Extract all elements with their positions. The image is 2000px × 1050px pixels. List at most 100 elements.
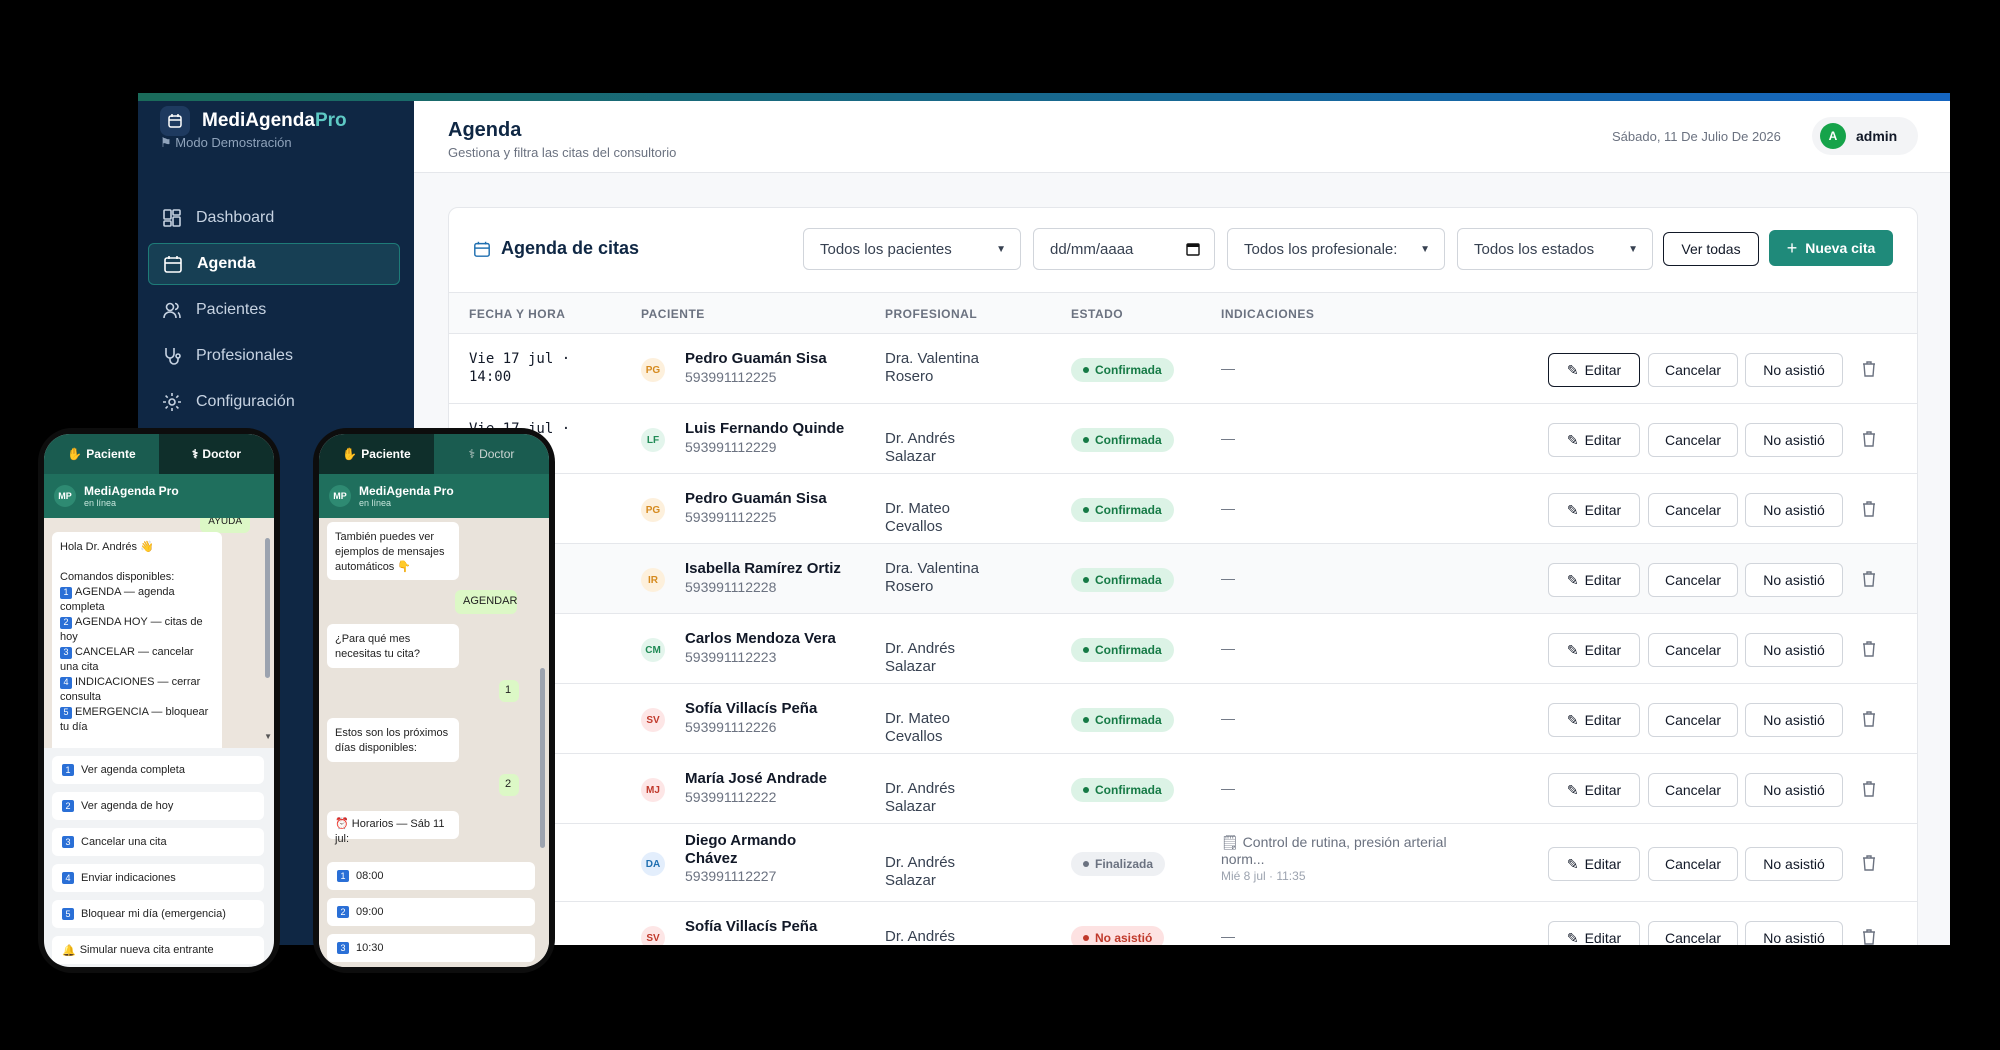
new-appointment-button[interactable]: + Nueva cita bbox=[1769, 230, 1893, 266]
pencil-icon: ✎ bbox=[1566, 929, 1579, 946]
cancel-button[interactable]: Cancelar bbox=[1648, 703, 1738, 737]
table-row: · CM Carlos Mendoza Vera 593991112223 Dr… bbox=[449, 614, 1917, 684]
professional-name: Dr. Andrés Salazar bbox=[885, 430, 956, 465]
trash-icon[interactable] bbox=[1861, 928, 1877, 945]
command-text: EMERGENCIA — bloquear tu día bbox=[60, 706, 209, 733]
time-slot-button[interactable]: 1 08:00 bbox=[327, 862, 535, 890]
cancel-button[interactable]: Cancelar bbox=[1648, 921, 1738, 945]
time-slot-button[interactable]: 2 09:00 bbox=[327, 898, 535, 926]
pencil-icon: ✎ bbox=[1566, 501, 1579, 518]
patient-filter-select[interactable]: Todos los pacientes ▼ bbox=[803, 228, 1021, 270]
quick-reply-button[interactable]: 5 Bloquear mi día (emergencia) bbox=[52, 900, 264, 928]
sidebar-item-profesionales[interactable]: Profesionales bbox=[148, 335, 400, 377]
trash-icon[interactable] bbox=[1861, 780, 1877, 798]
chat-bubble-received: ⏰ Horarios — Sáb 11 jul: bbox=[327, 811, 459, 845]
no-show-button[interactable]: No asistió bbox=[1745, 921, 1843, 945]
trash-icon[interactable] bbox=[1861, 640, 1877, 658]
sidebar-item-agenda[interactable]: Agenda bbox=[148, 243, 400, 285]
pencil-icon: ✎ bbox=[1566, 571, 1579, 588]
sidebar-item-dashboard[interactable]: Dashboard bbox=[148, 197, 400, 239]
quick-reply-button[interactable]: 3 Cancelar una cita bbox=[52, 828, 264, 856]
no-show-button[interactable]: No asistió bbox=[1745, 773, 1843, 807]
no-show-button[interactable]: No asistió bbox=[1745, 563, 1843, 597]
no-show-button[interactable]: No asistió bbox=[1745, 703, 1843, 737]
date-filter-input[interactable]: dd/mm/aaaa bbox=[1033, 228, 1215, 270]
no-show-button[interactable]: No asistió bbox=[1745, 353, 1843, 387]
scrollbar[interactable] bbox=[265, 538, 270, 678]
trash-icon[interactable] bbox=[1861, 710, 1877, 728]
chat-bubble-commands: Hola Dr. Andrés 👋 Comandos disponibles: … bbox=[52, 532, 222, 748]
command-item: 3 CANCELAR — cancelar una cita bbox=[60, 645, 214, 675]
table-row: · SV Sofía Villacís Peña 593991112226 Dr… bbox=[449, 684, 1917, 754]
table-row: · SV Sofía Villacís Peña Dr. Andrés Sala… bbox=[449, 902, 1917, 945]
time-slot-button[interactable]: 3 10:30 bbox=[327, 934, 535, 962]
indications: — bbox=[1221, 360, 1471, 377]
status-filter-value: Todos los estados bbox=[1474, 240, 1595, 258]
trash-icon[interactable] bbox=[1861, 500, 1877, 518]
time-slot-label: 08:00 bbox=[356, 870, 384, 882]
edit-button[interactable]: ✎ Editar bbox=[1548, 423, 1640, 457]
view-all-button[interactable]: Ver todas bbox=[1663, 232, 1759, 266]
cancel-button[interactable]: Cancelar bbox=[1648, 563, 1738, 597]
cancel-button[interactable]: Cancelar bbox=[1648, 773, 1738, 807]
contact-name: MediAgenda Pro bbox=[84, 484, 179, 498]
gear-icon bbox=[163, 393, 181, 411]
cancel-button[interactable]: Cancelar bbox=[1648, 847, 1738, 881]
quick-reply-button[interactable]: 1 Ver agenda completa bbox=[52, 756, 264, 784]
patient-phone: 593991112227 bbox=[685, 868, 777, 884]
date-filter-placeholder: dd/mm/aaaa bbox=[1050, 240, 1134, 258]
scroll-down-icon[interactable]: ▼ bbox=[264, 732, 272, 741]
sidebar-item-pacientes[interactable]: Pacientes bbox=[148, 289, 400, 331]
edit-button[interactable]: ✎ Editar bbox=[1548, 633, 1640, 667]
edit-button[interactable]: ✎ Editar bbox=[1548, 353, 1640, 387]
cancel-button[interactable]: Cancelar bbox=[1648, 423, 1738, 457]
chat-messages[interactable]: También puedes ver ejemplos de mensajes … bbox=[319, 518, 549, 967]
status-filter-select[interactable]: Todos los estados ▼ bbox=[1457, 228, 1653, 270]
calendar-icon bbox=[164, 256, 182, 273]
cancel-button[interactable]: Cancelar bbox=[1648, 493, 1738, 527]
cancel-button[interactable]: Cancelar bbox=[1648, 353, 1738, 387]
patient-initials: DA bbox=[641, 852, 665, 876]
no-show-button[interactable]: No asistió bbox=[1745, 493, 1843, 527]
tab-doctor[interactable]: ⚕ Doctor bbox=[434, 434, 549, 474]
patient-initials: CM bbox=[641, 638, 665, 662]
tab-paciente[interactable]: ✋ Paciente bbox=[44, 434, 159, 474]
no-show-button[interactable]: No asistió bbox=[1745, 633, 1843, 667]
chat-messages[interactable]: AYUDA Hola Dr. Andrés 👋 Comandos disponi… bbox=[44, 518, 274, 748]
command-item: 1 AGENDA — agenda completa bbox=[60, 585, 214, 615]
quick-reply-button[interactable]: 🔔 Simular nueva cita entrante bbox=[52, 936, 264, 964]
quick-reply-button[interactable]: 4 Enviar indicaciones bbox=[52, 864, 264, 892]
professional-filter-select[interactable]: Todos los profesionale: ▼ bbox=[1227, 228, 1445, 270]
edit-button[interactable]: ✎ Editar bbox=[1548, 921, 1640, 945]
command-text: AGENDA — agenda completa bbox=[60, 586, 175, 613]
professional-name: Dra. Valentina Rosero bbox=[885, 560, 979, 595]
scrollbar[interactable] bbox=[540, 668, 545, 848]
trash-icon[interactable] bbox=[1861, 570, 1877, 588]
pencil-icon: ✎ bbox=[1566, 431, 1579, 448]
phone-tabs: ✋ Paciente ⚕ Doctor bbox=[44, 434, 274, 474]
quick-reply-button[interactable]: 2 Ver agenda de hoy bbox=[52, 792, 264, 820]
user-menu[interactable]: A admin bbox=[1812, 117, 1918, 155]
edit-button[interactable]: ✎ Editar bbox=[1548, 703, 1640, 737]
trash-icon[interactable] bbox=[1861, 854, 1877, 872]
edit-button[interactable]: ✎ Editar bbox=[1548, 773, 1640, 807]
edit-label: Editar bbox=[1584, 642, 1622, 658]
trash-icon[interactable] bbox=[1861, 360, 1877, 378]
trash-icon[interactable] bbox=[1861, 430, 1877, 448]
no-show-button[interactable]: No asistió bbox=[1745, 423, 1843, 457]
tab-doctor[interactable]: ⚕ Doctor bbox=[159, 434, 274, 474]
column-header-date: FECHA Y HORA bbox=[469, 307, 566, 321]
edit-button[interactable]: ✎ Editar bbox=[1548, 493, 1640, 527]
calendar-picker-icon[interactable] bbox=[1186, 242, 1200, 256]
stethoscope-icon: ⚕ bbox=[468, 447, 476, 461]
edit-button[interactable]: ✎ Editar bbox=[1548, 847, 1640, 881]
status-badge: Finalizada bbox=[1071, 852, 1166, 876]
no-show-button[interactable]: No asistió bbox=[1745, 847, 1843, 881]
professional-name: Dr. Mateo Cevallos bbox=[885, 500, 951, 535]
cancel-button[interactable]: Cancelar bbox=[1648, 633, 1738, 667]
table-header: FECHA Y HORA PACIENTE PROFESIONAL ESTADO… bbox=[449, 292, 1917, 334]
sidebar-item-configuracion[interactable]: Configuración bbox=[148, 381, 400, 423]
edit-button[interactable]: ✎ Editar bbox=[1548, 563, 1640, 597]
patient-phone: 593991112222 bbox=[685, 789, 777, 805]
tab-paciente[interactable]: ✋ Paciente bbox=[319, 434, 434, 474]
